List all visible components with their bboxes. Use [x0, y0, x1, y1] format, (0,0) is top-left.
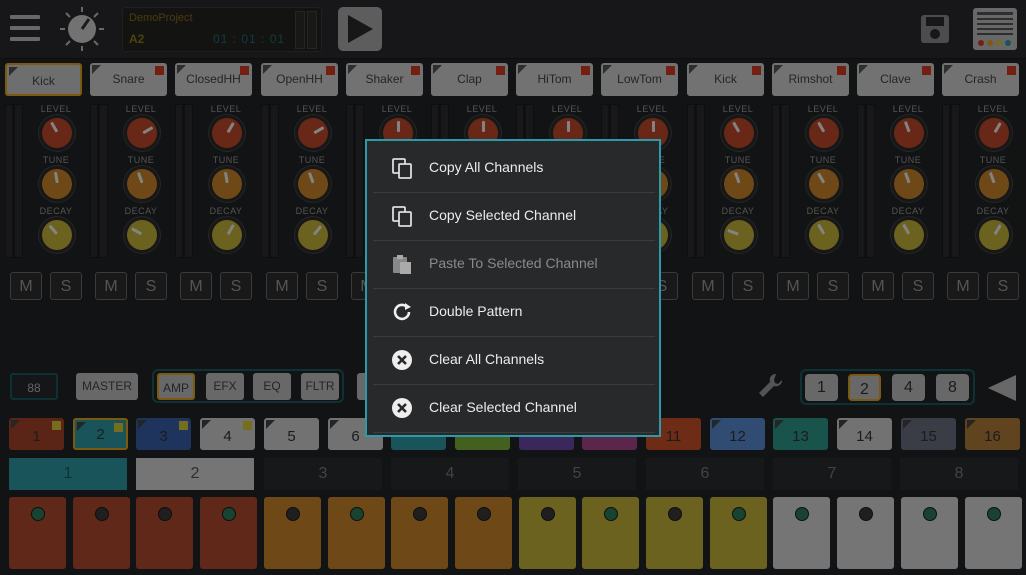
menu-item-label: Copy Selected Channel — [429, 207, 577, 223]
menu-item-copy-selected[interactable]: Copy Selected Channel — [373, 193, 655, 241]
menu-item-double-pattern[interactable]: Double Pattern — [373, 289, 655, 337]
menu-item-paste[interactable]: Paste To Selected Channel — [373, 241, 655, 289]
menu-item-copy-all[interactable]: Copy All Channels — [373, 145, 655, 193]
copy-icon — [392, 206, 412, 227]
paste-icon — [393, 255, 411, 274]
menu-item-label: Clear Selected Channel — [429, 399, 577, 415]
menu-item-label: Double Pattern — [429, 303, 523, 319]
context-menu: Copy All Channels Copy Selected Channel … — [365, 139, 661, 437]
menu-item-label: Copy All Channels — [429, 159, 544, 175]
copy-icon — [392, 158, 412, 179]
refresh-icon — [393, 303, 411, 321]
menu-item-clear-selected[interactable]: Clear Selected Channel — [373, 385, 655, 433]
menu-item-label: Clear All Channels — [429, 351, 545, 367]
menu-item-label: Paste To Selected Channel — [429, 255, 598, 271]
clear-icon — [392, 398, 412, 418]
menu-item-clear-all[interactable]: Clear All Channels — [373, 337, 655, 385]
clear-icon — [392, 350, 412, 370]
